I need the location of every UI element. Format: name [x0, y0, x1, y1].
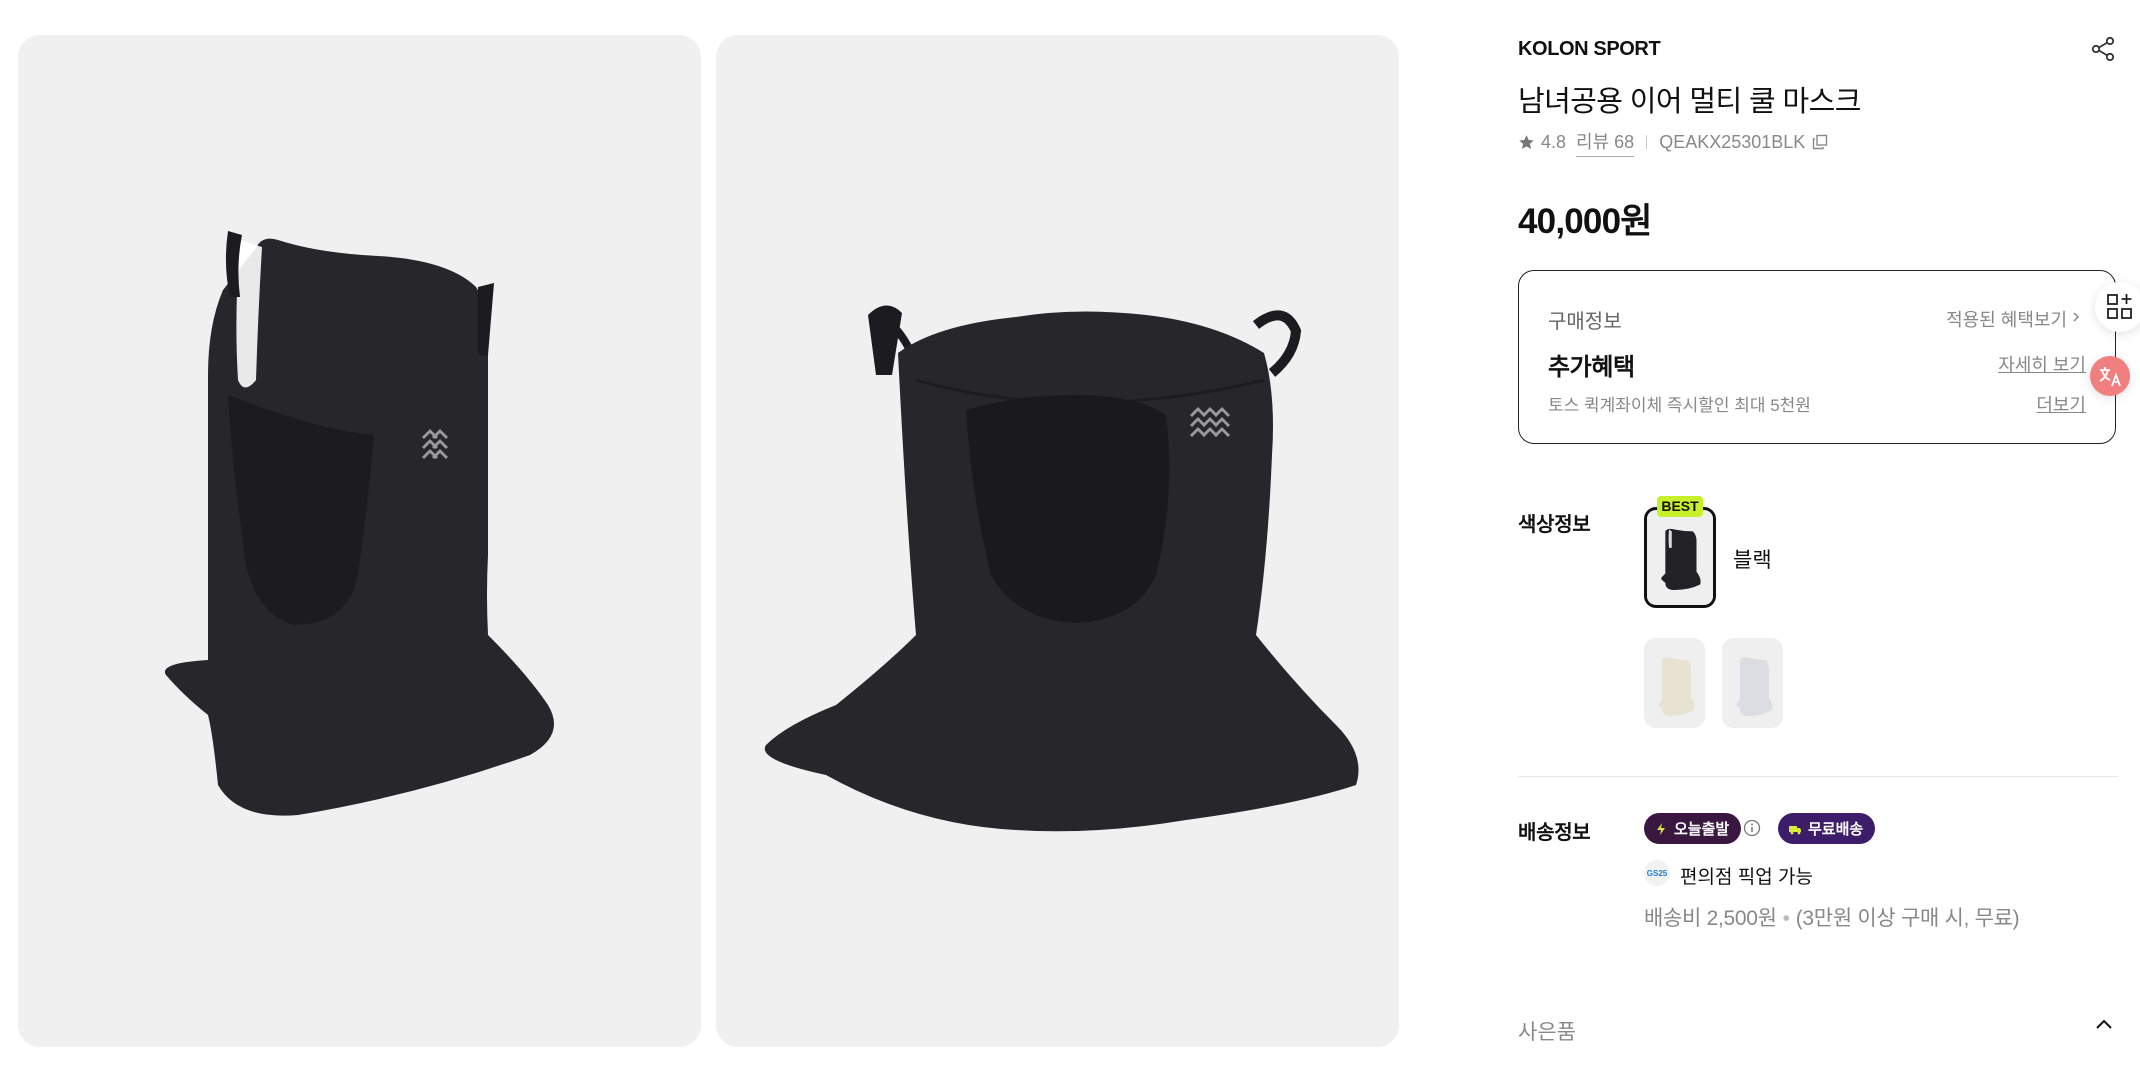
- share-icon[interactable]: [2090, 36, 2116, 62]
- product-price: 40,000원: [1518, 202, 1652, 241]
- apps-grid-icon: [2107, 294, 2132, 319]
- color-section-label: 색상정보: [1518, 514, 1591, 536]
- today-shipping-badge: 오늘출발: [1644, 813, 1742, 844]
- today-shipping-label: 오늘출발: [1674, 821, 1730, 838]
- brand-name[interactable]: KOLON SPORT: [1518, 38, 1661, 61]
- apps-float-button[interactable]: [2095, 282, 2140, 332]
- benefit-description: 토스 퀵계좌이체 즉시할인 최대 5천원: [1548, 396, 1811, 415]
- benefit-more-link[interactable]: 더보기: [2036, 391, 2086, 417]
- light-gray-mask-thumbnail: [1722, 638, 1783, 728]
- color-swatch-beige[interactable]: [1644, 638, 1705, 728]
- chevron-up-icon[interactable]: [2095, 1018, 2113, 1030]
- truck-icon: [1789, 825, 1801, 834]
- best-badge: BEST: [1657, 496, 1703, 517]
- color-swatch-black[interactable]: [1644, 507, 1716, 608]
- beige-mask-thumbnail: [1644, 638, 1705, 728]
- translate-icon: [2099, 367, 2121, 387]
- mask-side-view-image: [164, 231, 554, 816]
- shipping-fee-note: (3만원 이상 구매 시, 무료): [1795, 907, 2020, 930]
- extra-benefit-heading: 추가혜택: [1548, 354, 1635, 381]
- product-title: 남녀공용 이어 멀티 쿨 마스크: [1518, 86, 1861, 118]
- rating-value: 4.8: [1541, 131, 1567, 152]
- meta-divider: [1646, 135, 1648, 149]
- review-count-link[interactable]: 리뷰 68: [1576, 128, 1635, 157]
- chevron-right-icon: [2073, 312, 2080, 322]
- purchase-benefit-box: 구매정보 적용된 혜택보기 추가혜택 자세히 보기 토스 퀵계좌이체 즉시할인 …: [1518, 270, 2116, 444]
- section-divider: [1518, 776, 2118, 777]
- pickup-available-text: 편의점 픽업 가능: [1680, 867, 1813, 888]
- fee-dot-separator: •: [1782, 907, 1790, 930]
- product-sku: QEAKX25301BLK: [1659, 131, 1806, 152]
- shipping-fee: 배송비 2,500원: [1644, 907, 1777, 930]
- gift-section-label[interactable]: 사은품: [1518, 1016, 1576, 1046]
- translate-float-button[interactable]: [2090, 356, 2130, 396]
- rating-row: 4.8 리뷰 68 QEAKX25301BLK: [1518, 128, 1828, 157]
- selected-color-name: 블랙: [1733, 549, 1772, 572]
- info-icon[interactable]: [1743, 819, 1761, 837]
- free-shipping-badge: 무료배송: [1778, 813, 1876, 844]
- gs25-logo: GS25: [1644, 860, 1670, 886]
- black-mask-thumbnail: [1647, 511, 1713, 604]
- applied-benefits-link[interactable]: 적용된 혜택보기: [1946, 306, 2067, 332]
- star-icon: [1519, 134, 1534, 149]
- lightning-icon: [1657, 822, 1665, 835]
- product-image-1[interactable]: [18, 35, 701, 1047]
- mask-front-view-image: [764, 305, 1359, 832]
- copy-icon[interactable]: [1812, 134, 1828, 150]
- free-shipping-label: 무료배송: [1808, 821, 1864, 838]
- benefit-detail-link[interactable]: 자세히 보기: [1998, 351, 2086, 377]
- shipping-section-label: 배송정보: [1518, 822, 1591, 844]
- shipping-fee-text: 배송비 2,500원 • (3만원 이상 구매 시, 무료): [1644, 902, 2020, 932]
- product-image-2[interactable]: [716, 35, 1399, 1047]
- color-swatch-light-gray[interactable]: [1722, 638, 1783, 728]
- purchase-info-label: 구매정보: [1548, 311, 1622, 333]
